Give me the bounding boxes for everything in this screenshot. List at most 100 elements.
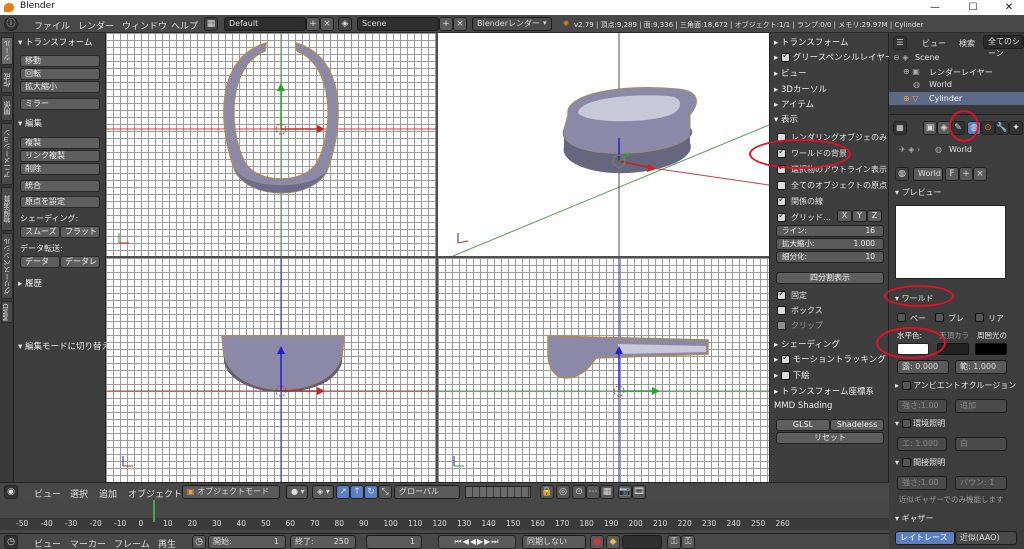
menu-playback[interactable]: 再生 [158, 537, 176, 549]
maximize-button[interactable]: ☐ [958, 0, 988, 15]
snap-icon[interactable]: ⊙ [572, 485, 586, 499]
tab-physics[interactable]: 物理演算 [1, 187, 13, 231]
delete-scene-icon[interactable]: × [453, 17, 467, 31]
render-engine-select[interactable]: Blenderレンダー [472, 17, 552, 31]
preview-range-icon[interactable]: ◷ [192, 535, 206, 549]
delete-button[interactable]: 削除 [20, 163, 100, 175]
duplicate-button[interactable]: 複製 [20, 137, 100, 149]
data-button[interactable]: データ [20, 256, 60, 268]
outliner-editor-icon[interactable]: ☰ [893, 36, 907, 50]
background-images-checkbox[interactable] [780, 371, 790, 380]
gather-approx-tab[interactable]: 近似(AAO) [955, 531, 1017, 545]
pin-icon[interactable]: ✈ ◈ › [899, 145, 920, 154]
history-panel-header[interactable]: ▸ 履歴 [14, 277, 106, 290]
shading-mode-select[interactable]: ● ▾ [286, 485, 308, 499]
grid-floor-checkbox[interactable] [777, 211, 786, 222]
axis-z-toggle[interactable]: Z [867, 210, 882, 222]
preview-header[interactable]: ▾ プレビュー [895, 187, 942, 198]
minimize-button[interactable]: — [920, 0, 950, 15]
properties-editor-icon[interactable]: ▦ [893, 121, 907, 135]
outliner-display-select[interactable]: 全てのシーン [983, 35, 1024, 58]
snap-target-icon[interactable]: ⋯ [586, 485, 600, 499]
paper-sky-checkbox[interactable] [897, 313, 906, 322]
menu-marker[interactable]: マーカー [70, 537, 106, 549]
axis-x-toggle[interactable]: X [837, 210, 852, 222]
item-panel[interactable]: ▸ アイテム [774, 98, 814, 110]
env-light-panel-header[interactable]: ▾ 環境照明 [895, 418, 945, 429]
grid-scale-field[interactable]: 拡大縮小: 1.000 [776, 238, 884, 250]
outliner-item-cylinder[interactable]: Cylinder [929, 94, 962, 103]
join-button[interactable]: 統合 [20, 180, 100, 192]
transform-orientation-panel[interactable]: ▸ トランスフォーム座標系 [774, 385, 874, 397]
info-editor-icon[interactable]: ⓘ [4, 17, 18, 31]
indirect-light-panel-header[interactable]: ▾ 間接照明 [895, 457, 945, 468]
menu-frame[interactable]: フレーム [114, 537, 150, 549]
unlink-world-icon[interactable]: × [973, 167, 987, 181]
data-layout-button[interactable]: データレ [60, 256, 100, 268]
mirror-button[interactable]: ミラー [20, 98, 100, 110]
translate-manipulator-icon[interactable]: ↑ [350, 485, 364, 499]
outliner-item-scene[interactable]: Scene [915, 53, 939, 62]
gpencil-checkbox[interactable] [780, 51, 790, 62]
tab-create[interactable]: 作成 [1, 67, 13, 93]
menu-view[interactable]: ビュー [34, 487, 61, 500]
real-sky-checkbox[interactable] [975, 313, 984, 322]
background-images-panel[interactable]: ▸ 下絵 [774, 369, 810, 381]
motion-tracking-checkbox[interactable] [780, 353, 790, 364]
end-frame-field[interactable]: 終了: 250 [290, 535, 356, 549]
all-origins-checkbox[interactable] [777, 181, 786, 190]
outliner-item-render-layer[interactable]: レンダーレイヤー [929, 67, 993, 78]
edit-panel-header[interactable]: ▾ 編集 [14, 117, 106, 130]
cursor-panel[interactable]: ▸ 3Dカーソル [774, 83, 827, 95]
mode-select[interactable]: ▣ オブジェクトモード [182, 485, 280, 499]
motion-tracking-panel[interactable]: ▸ モーショントラッキング [774, 353, 890, 365]
insert-keyframe-icon[interactable]: ⚿ [667, 535, 681, 549]
ambient-color-swatch[interactable] [975, 343, 1007, 355]
transform-panel[interactable]: ▸ トランスフォーム [774, 36, 849, 48]
viewport-right[interactable] [438, 258, 769, 482]
gather-raytrace-tab[interactable]: レイトレース [895, 531, 955, 545]
record-icon[interactable]: ● [590, 535, 604, 549]
ao-panel-header[interactable]: ▸ アンビエントオクルージョン [895, 380, 1021, 391]
viewport-perspective[interactable] [438, 33, 769, 256]
lock-camera-icon[interactable]: 🔒 [540, 485, 554, 499]
ao-strength-field[interactable]: 強さ:1.00 [897, 399, 947, 413]
exposure-field[interactable]: 露: 0.000 [897, 360, 949, 374]
shadeless-button[interactable]: Shadeless [830, 419, 884, 431]
tab-tools[interactable]: ツール [1, 37, 13, 65]
indirect-bounces-field[interactable]: バウン: 1 [955, 476, 1007, 490]
toggle-quad-view-button[interactable]: 四分割表示 [776, 272, 884, 284]
blend-sky-checkbox[interactable] [935, 313, 944, 322]
screen-layout-icon[interactable]: ▦ [204, 17, 218, 31]
modifiers-tab-icon[interactable]: 🔧 [995, 121, 1009, 135]
timeline-editor-icon[interactable]: ◷ [4, 535, 18, 549]
current-frame-indicator[interactable] [153, 500, 155, 522]
translate-button[interactable]: 移動 [20, 55, 100, 67]
layer-buttons[interactable] [465, 486, 531, 498]
data-tab-icon[interactable]: ✦ [1009, 121, 1023, 135]
transform-panel-header[interactable]: ▾ トランスフォーム [14, 36, 106, 49]
outliner-tab-search[interactable]: 検索 [959, 38, 975, 49]
env-color-select[interactable]: 白 [955, 437, 1007, 451]
current-frame-field[interactable]: 1 [366, 535, 422, 549]
playback-controls[interactable]: ⏮◀◀▶▶⏭ [438, 535, 516, 549]
start-frame-field[interactable]: 開始: 1 [208, 535, 286, 549]
scene-field[interactable]: Scene [357, 17, 439, 31]
indirect-light-checkbox[interactable] [901, 458, 911, 467]
timeline-ruler[interactable]: -50 -40 -30 -20 -10 0 10 20 30 40 50 60 70 80 90 100 110… [0, 518, 889, 530]
scale-manipulator-icon[interactable]: ⤡ [378, 485, 392, 499]
tab-grease-pencil[interactable]: グリースペンシル [1, 233, 13, 299]
range-field[interactable]: 範: 1.000 [955, 360, 1007, 374]
add-scene-icon[interactable]: + [439, 17, 453, 31]
timeline[interactable]: -50 -40 -30 -20 -10 0 10 20 30 40 50 60 70 80 90 100 110… [0, 500, 889, 533]
glsl-button[interactable]: GLSL [776, 419, 830, 431]
layout-field[interactable]: Default [224, 17, 306, 31]
view-panel[interactable]: ▸ ビュー [774, 67, 806, 79]
rotate-button[interactable]: 回転 [20, 68, 100, 80]
set-origin-select[interactable]: 原点を設定 [20, 196, 100, 208]
relationship-lines-checkbox[interactable] [777, 195, 786, 206]
link-duplicate-button[interactable]: リンク複製 [20, 150, 100, 162]
close-button[interactable]: ✕ [994, 0, 1024, 15]
constraints-tab-icon[interactable]: ⊙ [981, 121, 995, 135]
gpencil-panel[interactable]: ▸ グリースペンシルレイヤー [774, 51, 890, 63]
